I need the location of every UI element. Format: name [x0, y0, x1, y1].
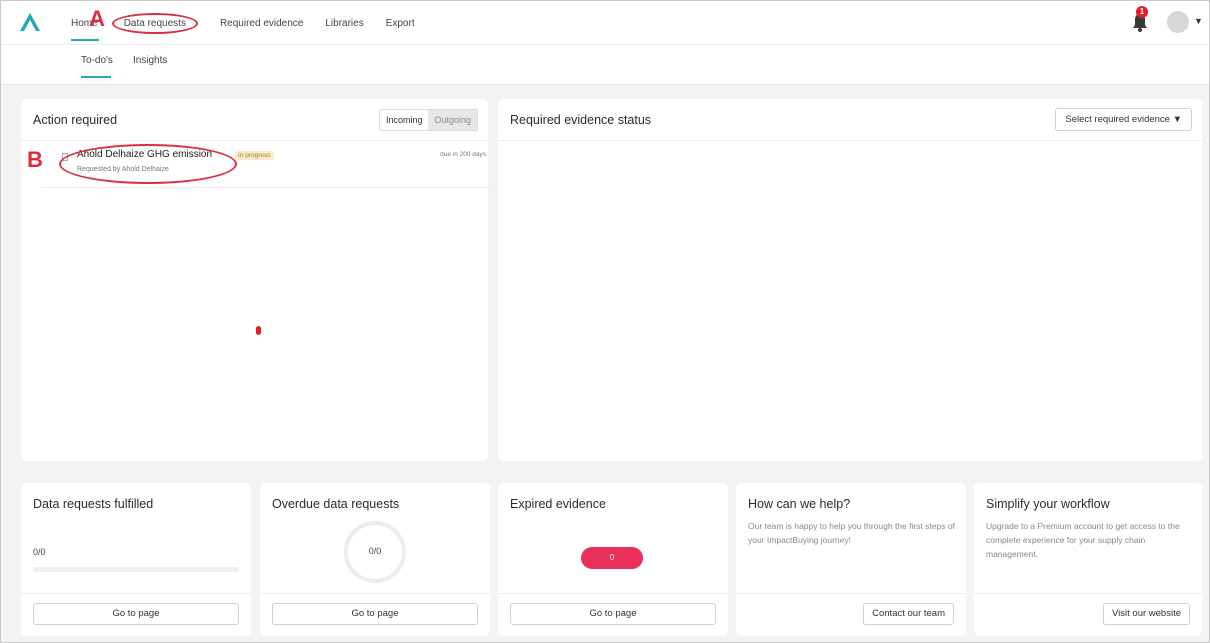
- cursor-marker: [256, 326, 261, 335]
- overdue-ring: 0/0: [344, 521, 406, 583]
- nav-required-evidence[interactable]: Required evidence: [220, 18, 303, 29]
- subnav-tabs: To-do's Insights: [81, 55, 187, 78]
- card-footer-divider: [21, 593, 251, 594]
- top-navigation-bar: Home Data requests Required evidence Lib…: [1, 1, 1209, 45]
- evidence-status-title: Required evidence status: [510, 113, 652, 127]
- fulfilled-progress-bar: [33, 567, 239, 572]
- fulfilled-title: Data requests fulfilled: [33, 497, 154, 511]
- request-due-date: due in 200 days: [440, 151, 486, 158]
- help-text: Our team is happy to help you through th…: [748, 521, 955, 545]
- card-footer-divider: [736, 593, 966, 594]
- expired-go-to-page-button[interactable]: Go to page: [510, 603, 716, 625]
- select-required-evidence-dropdown[interactable]: Select required evidence ▼: [1055, 108, 1192, 131]
- contact-our-team-button[interactable]: Contact our team: [863, 603, 954, 625]
- annotation-b-ellipse: [59, 144, 237, 184]
- card-footer-divider: [974, 593, 1202, 594]
- app-logo-icon[interactable]: [19, 12, 41, 32]
- required-evidence-status-card: Required evidence status Select required…: [498, 99, 1202, 461]
- tab-insights[interactable]: Insights: [133, 55, 167, 66]
- fulfilled-go-to-page-button[interactable]: Go to page: [33, 603, 239, 625]
- main-nav: Home Data requests Required evidence Lib…: [71, 1, 437, 45]
- nav-export[interactable]: Export: [386, 18, 415, 29]
- help-title: How can we help?: [748, 497, 851, 511]
- tab-todos[interactable]: To-do's: [81, 55, 113, 78]
- workflow-text: Upgrade to a Premium account to get acce…: [986, 521, 1180, 559]
- data-requests-fulfilled-card: Data requests fulfilled 0/0 Go to page: [21, 483, 251, 636]
- incoming-outgoing-toggle: Incoming Outgoing: [378, 109, 478, 131]
- overdue-data-requests-card: Overdue data requests 0/0 Go to page: [260, 483, 490, 636]
- toggle-outgoing[interactable]: Outgoing: [428, 110, 477, 130]
- sub-navigation-bar: To-do's Insights: [1, 45, 1209, 85]
- how-can-we-help-card: How can we help? Our team is happy to he…: [736, 483, 966, 636]
- annotation-a-label: A: [89, 6, 105, 31]
- expired-title: Expired evidence: [510, 497, 606, 511]
- card-footer-divider: [260, 593, 490, 594]
- chevron-down-icon[interactable]: ▼: [1194, 16, 1203, 26]
- request-divider: [41, 187, 489, 188]
- workflow-title: Simplify your workflow: [986, 497, 1110, 511]
- annotation-b-label: B: [27, 147, 43, 172]
- simplify-workflow-card: Simplify your workflow Upgrade to a Prem…: [974, 483, 1202, 636]
- fulfilled-value: 0/0: [33, 547, 46, 557]
- user-avatar[interactable]: [1167, 11, 1189, 33]
- action-required-header: Action required Incoming Outgoing: [21, 99, 488, 141]
- notification-count-badge: 1: [1136, 6, 1148, 18]
- action-required-title: Action required: [33, 113, 118, 127]
- overdue-title: Overdue data requests: [272, 497, 400, 511]
- evidence-status-header: Required evidence status Select required…: [498, 99, 1202, 141]
- expired-evidence-card: Expired evidence 0 Go to page: [498, 483, 728, 636]
- toggle-incoming[interactable]: Incoming: [379, 110, 429, 130]
- request-status-badge: In progress: [235, 151, 274, 160]
- nav-data-requests[interactable]: Data requests: [111, 12, 198, 34]
- expired-count-pill: 0: [581, 547, 643, 569]
- overdue-value: 0/0: [368, 546, 382, 556]
- visit-our-website-button[interactable]: Visit our website: [1103, 603, 1190, 625]
- card-footer-divider: [498, 593, 728, 594]
- overdue-go-to-page-button[interactable]: Go to page: [272, 603, 478, 625]
- nav-libraries[interactable]: Libraries: [325, 18, 363, 29]
